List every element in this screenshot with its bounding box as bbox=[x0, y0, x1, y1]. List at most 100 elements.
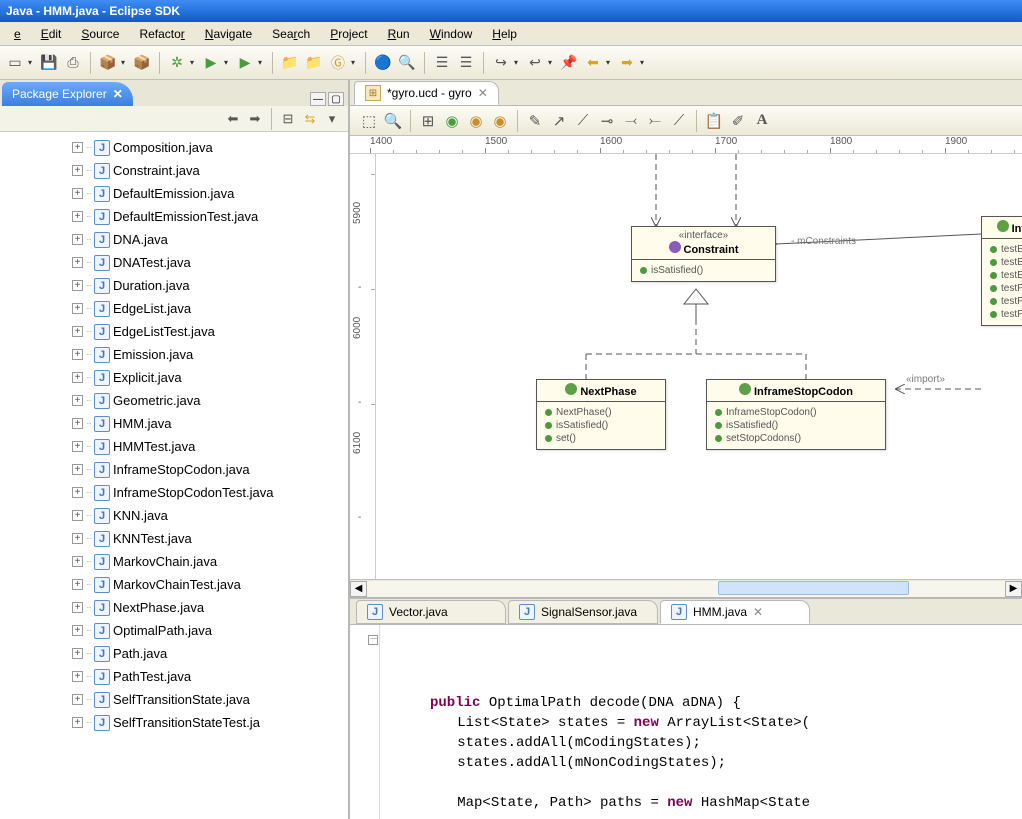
run-last-icon[interactable]: ▶ bbox=[234, 52, 256, 74]
tree-item[interactable]: +···JPathTest.java bbox=[0, 665, 348, 688]
uml-class-inframestopcodon[interactable]: InframeStopCodon InframeStopCodon() isSa… bbox=[706, 379, 886, 450]
assoc-tool-icon[interactable]: ⟋ bbox=[572, 110, 594, 132]
menu-source[interactable]: Source bbox=[71, 25, 129, 43]
tree-item[interactable]: +···JOptimalPath.java bbox=[0, 619, 348, 642]
expand-icon[interactable]: + bbox=[72, 303, 83, 314]
expand-icon[interactable]: + bbox=[72, 510, 83, 521]
package-explorer-tab[interactable]: Package Explorer ✕ bbox=[2, 82, 133, 106]
tree-item[interactable]: +···JSelfTransitionState.java bbox=[0, 688, 348, 711]
anchor-tool-icon[interactable]: ↗ bbox=[548, 110, 570, 132]
expand-icon[interactable]: + bbox=[72, 487, 83, 498]
expand-icon[interactable]: + bbox=[72, 579, 83, 590]
link-editor-icon[interactable]: ⇆ bbox=[300, 109, 320, 129]
tree-item[interactable]: +···JHMM.java bbox=[0, 412, 348, 435]
new-package-icon[interactable]: 📁 bbox=[279, 52, 301, 74]
tree-item[interactable]: +···JExplicit.java bbox=[0, 366, 348, 389]
tab-gyro-ucd[interactable]: ⊞ *gyro.ucd - gyro ✕ bbox=[354, 81, 499, 105]
expand-icon[interactable]: + bbox=[72, 625, 83, 636]
expand-icon[interactable]: + bbox=[72, 395, 83, 406]
nav-icon[interactable]: ↪ bbox=[490, 52, 512, 74]
new-class-icon[interactable]: 📁 bbox=[303, 52, 325, 74]
expand-icon[interactable]: + bbox=[72, 717, 83, 728]
menu-e[interactable]: e bbox=[4, 25, 31, 43]
tree-item[interactable]: +···JKNN.java bbox=[0, 504, 348, 527]
back-nav-icon[interactable]: ⬅ bbox=[223, 109, 243, 129]
note-tool-icon[interactable]: ✎ bbox=[524, 110, 546, 132]
expand-icon[interactable]: + bbox=[72, 372, 83, 383]
view-menu-icon[interactable]: ▾ bbox=[322, 109, 342, 129]
expand-icon[interactable]: + bbox=[72, 533, 83, 544]
tree-item[interactable]: +···JSelfTransitionStateTest.ja bbox=[0, 711, 348, 734]
build-icon[interactable]: 📦 bbox=[97, 52, 119, 74]
expand-icon[interactable]: + bbox=[72, 234, 83, 245]
open-type-icon[interactable]: 🔵 bbox=[372, 52, 394, 74]
debug-icon[interactable]: ✲ bbox=[166, 52, 188, 74]
tree-item[interactable]: +···JDNATest.java bbox=[0, 251, 348, 274]
menu-navigate[interactable]: Navigate bbox=[195, 25, 262, 43]
expand-icon[interactable]: + bbox=[72, 326, 83, 337]
collapse-icon[interactable]: ⊟ bbox=[278, 109, 298, 129]
diagram-hscrollbar[interactable]: ◀ ▶ bbox=[350, 579, 1022, 597]
print-icon[interactable]: ⎙ bbox=[62, 52, 84, 74]
copy-tool-icon[interactable]: 📋 bbox=[703, 110, 725, 132]
uml-class-nextphase[interactable]: NextPhase NextPhase() isSatisfied() set(… bbox=[536, 379, 666, 450]
zoom-icon[interactable]: 🔍 bbox=[382, 110, 404, 132]
expand-icon[interactable]: + bbox=[72, 418, 83, 429]
tree-item[interactable]: +···JMarkovChainTest.java bbox=[0, 573, 348, 596]
close-icon[interactable]: ✕ bbox=[113, 82, 123, 106]
tree-item[interactable]: +···JConstraint.java bbox=[0, 159, 348, 182]
expand-icon[interactable]: + bbox=[72, 280, 83, 291]
new-icon[interactable]: ▭ bbox=[4, 52, 26, 74]
uml-class-infra[interactable]: Infra testE testE testE testP testP test… bbox=[981, 216, 1022, 326]
tree-item[interactable]: +···JGeometric.java bbox=[0, 389, 348, 412]
expand-icon[interactable]: + bbox=[72, 257, 83, 268]
tab-signalsensor-java[interactable]: JSignalSensor.java bbox=[508, 600, 658, 624]
tree-item[interactable]: +···JEmission.java bbox=[0, 343, 348, 366]
class-tool-icon[interactable]: ⊞ bbox=[417, 110, 439, 132]
tab-vector-java[interactable]: JVector.java bbox=[356, 600, 506, 624]
menu-refactor[interactable]: Refactor bbox=[129, 25, 194, 43]
expand-icon[interactable]: + bbox=[72, 441, 83, 452]
fwd-nav-icon[interactable]: ➡ bbox=[245, 109, 265, 129]
source-editor[interactable]: － public OptimalPath decode(DNA aDNA) { … bbox=[350, 625, 1022, 819]
annotation-tool-icon[interactable]: ◉ bbox=[489, 110, 511, 132]
tree-item[interactable]: +···JInframeStopCodon.java bbox=[0, 458, 348, 481]
pin-icon[interactable]: 📌 bbox=[558, 52, 580, 74]
run-icon[interactable]: ▶ bbox=[200, 52, 222, 74]
tree-item[interactable]: +···JDuration.java bbox=[0, 274, 348, 297]
line-tool-icon[interactable]: ⟋ bbox=[668, 110, 690, 132]
expand-icon[interactable]: + bbox=[72, 165, 83, 176]
scroll-left-icon[interactable]: ◀ bbox=[350, 581, 367, 597]
tree-item[interactable]: +···JDNA.java bbox=[0, 228, 348, 251]
text-tool-icon[interactable]: A bbox=[751, 110, 773, 132]
expand-icon[interactable]: + bbox=[72, 694, 83, 705]
enum-tool-icon[interactable]: ◉ bbox=[465, 110, 487, 132]
select-tool-icon[interactable]: ⬚ bbox=[358, 110, 380, 132]
expand-icon[interactable]: + bbox=[72, 211, 83, 222]
gen-tool-icon[interactable]: ⤙ bbox=[620, 110, 642, 132]
real-tool-icon[interactable]: ⤚ bbox=[644, 110, 666, 132]
annotation-next-icon[interactable]: ☰ bbox=[455, 52, 477, 74]
diagram-canvas[interactable]: - mConstraints «import» «interface» Cons… bbox=[376, 154, 1022, 579]
menu-help[interactable]: Help bbox=[482, 25, 527, 43]
uml-interface-constraint[interactable]: «interface» Constraint isSatisfied() bbox=[631, 226, 776, 282]
expand-icon[interactable]: + bbox=[72, 464, 83, 475]
annotation-prev-icon[interactable]: ☰ bbox=[431, 52, 453, 74]
menu-run[interactable]: Run bbox=[378, 25, 420, 43]
expand-icon[interactable]: + bbox=[72, 188, 83, 199]
close-icon[interactable]: ✕ bbox=[478, 86, 488, 100]
interface-tool-icon[interactable]: ◉ bbox=[441, 110, 463, 132]
tree-item[interactable]: +···JMarkovChain.java bbox=[0, 550, 348, 573]
new-type-icon[interactable]: Ⓖ bbox=[327, 52, 349, 74]
expand-icon[interactable]: + bbox=[72, 648, 83, 659]
tree-item[interactable]: +···JEdgeListTest.java bbox=[0, 320, 348, 343]
nav2-icon[interactable]: ↩ bbox=[524, 52, 546, 74]
expand-icon[interactable]: + bbox=[72, 602, 83, 613]
expand-icon[interactable]: + bbox=[72, 671, 83, 682]
save-icon[interactable]: 💾 bbox=[38, 52, 60, 74]
tree-item[interactable]: +···JComposition.java bbox=[0, 136, 348, 159]
package-tree[interactable]: +···JComposition.java+···JConstraint.jav… bbox=[0, 132, 348, 819]
tree-item[interactable]: +···JEdgeList.java bbox=[0, 297, 348, 320]
tab-hmm-java[interactable]: JHMM.java ✕ bbox=[660, 600, 810, 624]
package-icon[interactable]: 📦 bbox=[131, 52, 153, 74]
